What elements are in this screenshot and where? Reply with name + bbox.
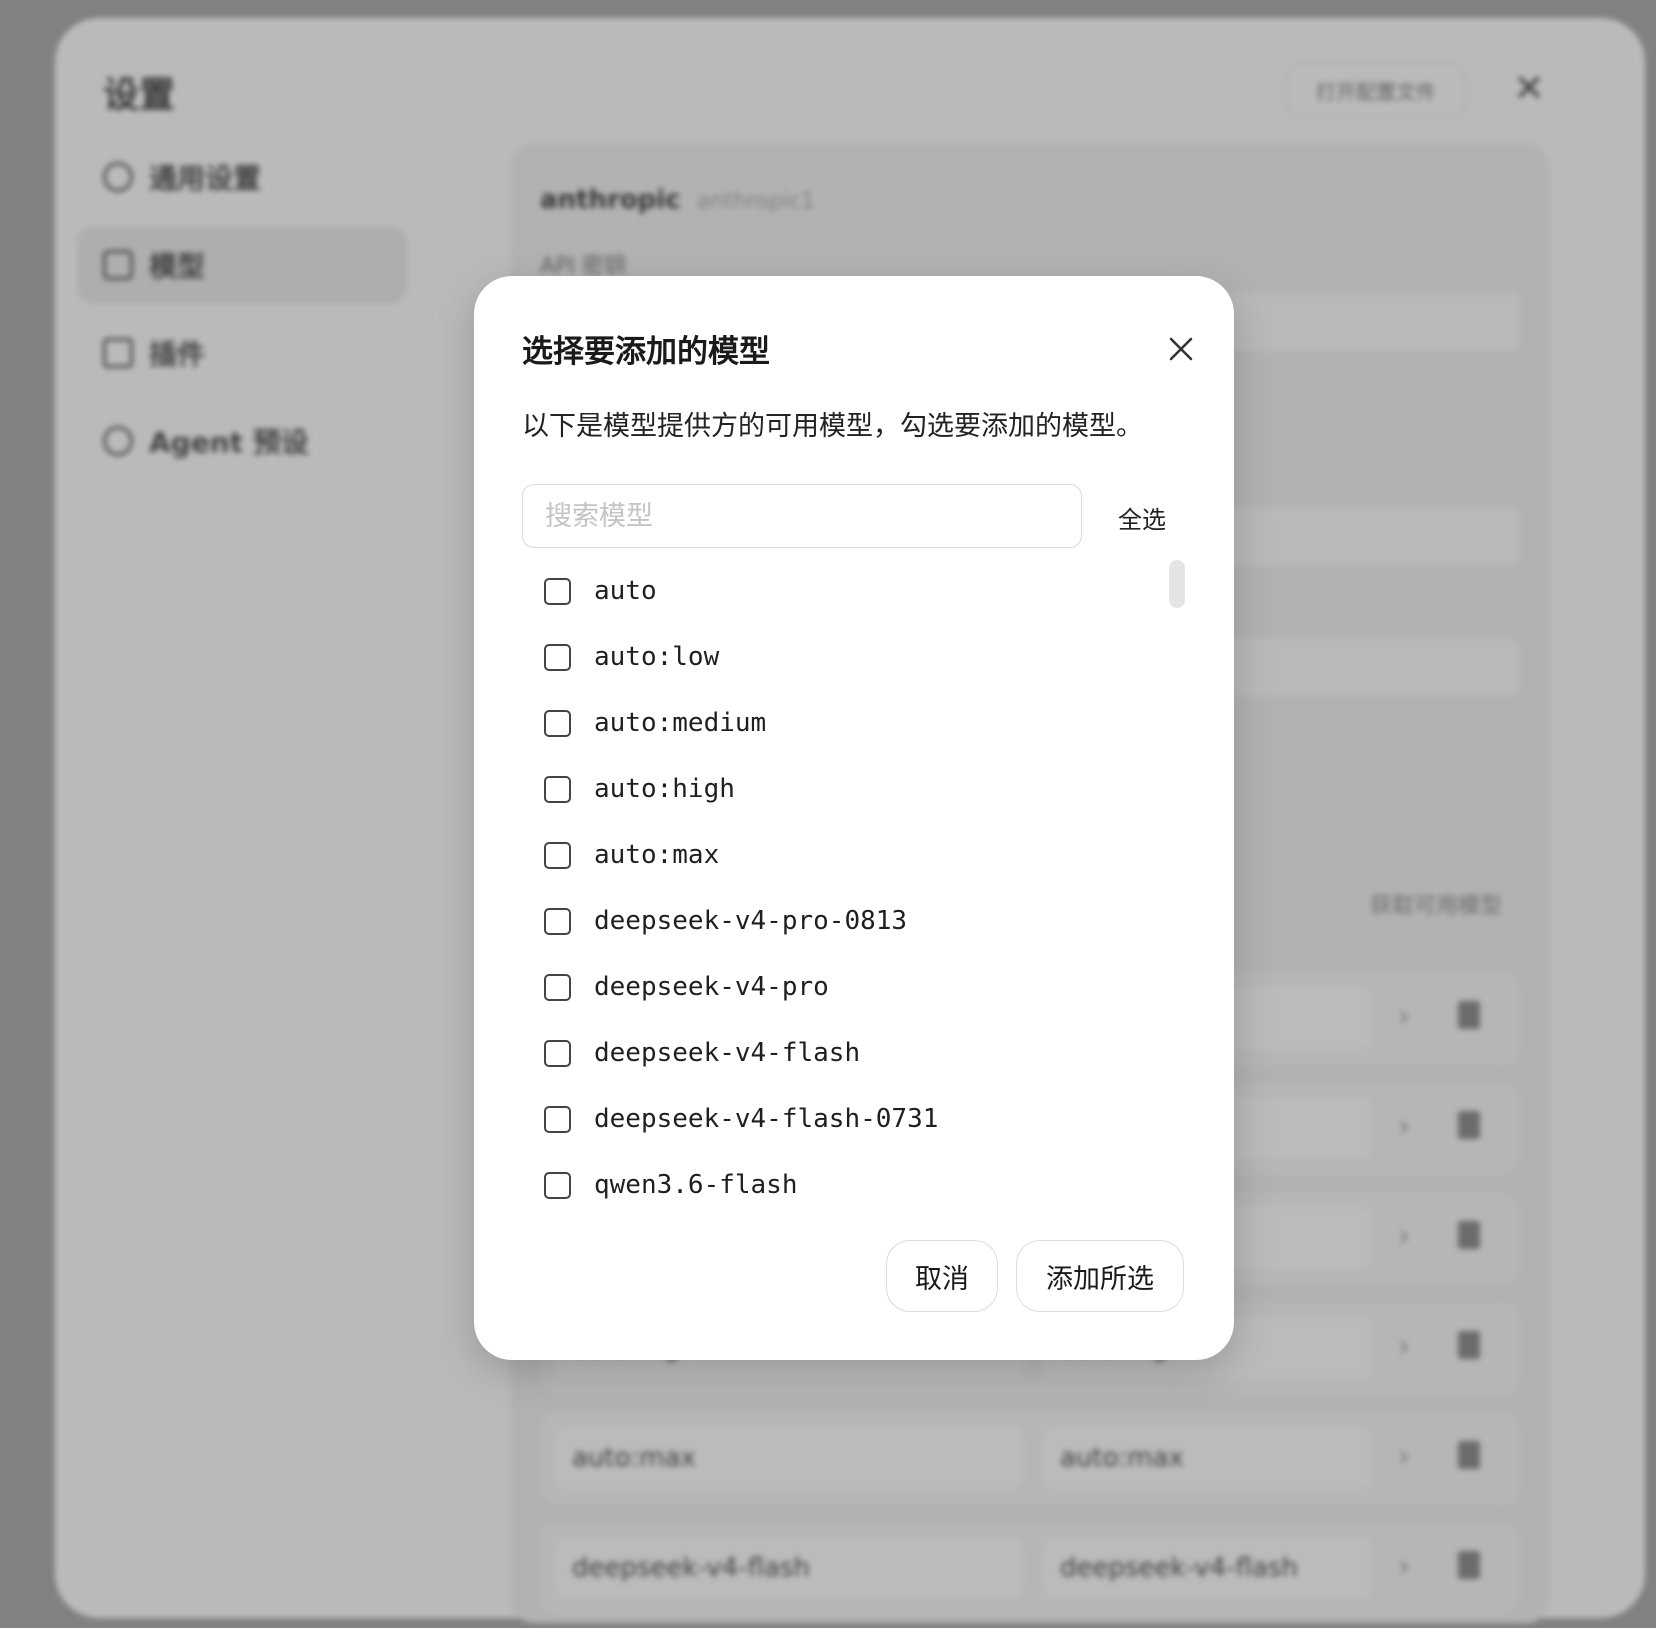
model-list: auto auto:low auto:medium auto:high auto… <box>522 558 1182 1218</box>
cancel-button[interactable]: 取消 <box>886 1240 998 1312</box>
model-name: deepseek-v4-flash-0731 <box>594 1104 939 1134</box>
checkbox[interactable] <box>544 973 571 1001</box>
model-name: auto:high <box>594 774 735 804</box>
model-name: deepseek-v4-pro <box>594 972 829 1002</box>
select-models-dialog: 选择要添加的模型 以下是模型提供方的可用模型，勾选要添加的模型。 全选 auto… <box>474 276 1234 1360</box>
model-name: deepseek-v4-flash <box>594 1038 861 1068</box>
list-item[interactable]: auto:high <box>522 756 1182 822</box>
model-name: auto <box>594 576 657 606</box>
model-name: qwen3.6-flash <box>594 1170 798 1200</box>
close-icon[interactable] <box>1164 332 1198 366</box>
screen: 设置 打开配置文件 ✕ 通用设置 模型 插件 Agent 预设 anthropi… <box>0 0 1656 1628</box>
search-input[interactable] <box>522 484 1082 548</box>
list-item[interactable]: deepseek-v4-pro <box>522 954 1182 1020</box>
list-scrollbar[interactable] <box>1169 560 1185 608</box>
dialog-description: 以下是模型提供方的可用模型，勾选要添加的模型。 <box>522 411 1143 442</box>
checkbox[interactable] <box>544 1171 571 1199</box>
model-name: auto:max <box>594 840 720 870</box>
list-item[interactable]: auto:low <box>522 624 1182 690</box>
checkbox[interactable] <box>544 1039 571 1067</box>
dialog-title: 选择要添加的模型 <box>522 334 770 370</box>
list-item[interactable]: deepseek-v4-pro-0813 <box>522 888 1182 954</box>
checkbox[interactable] <box>544 841 571 869</box>
list-item[interactable]: deepseek-v4-flash-0731 <box>522 1086 1182 1152</box>
list-item[interactable]: deepseek-v4-flash <box>522 1020 1182 1086</box>
list-item[interactable]: auto:max <box>522 822 1182 888</box>
checkbox[interactable] <box>544 577 571 605</box>
checkbox[interactable] <box>544 1105 571 1133</box>
checkbox[interactable] <box>544 775 571 803</box>
checkbox[interactable] <box>544 907 571 935</box>
checkbox[interactable] <box>544 709 571 737</box>
list-item[interactable]: auto:medium <box>522 690 1182 756</box>
list-item[interactable]: auto <box>522 558 1182 624</box>
add-selected-button[interactable]: 添加所选 <box>1016 1240 1184 1312</box>
model-name: deepseek-v4-pro-0813 <box>594 906 908 936</box>
model-name: auto:low <box>594 642 720 672</box>
checkbox[interactable] <box>544 643 571 671</box>
select-all-button[interactable]: 全选 <box>1118 500 1166 535</box>
model-name: auto:medium <box>594 708 767 738</box>
list-item[interactable]: qwen3.6-flash <box>522 1152 1182 1218</box>
